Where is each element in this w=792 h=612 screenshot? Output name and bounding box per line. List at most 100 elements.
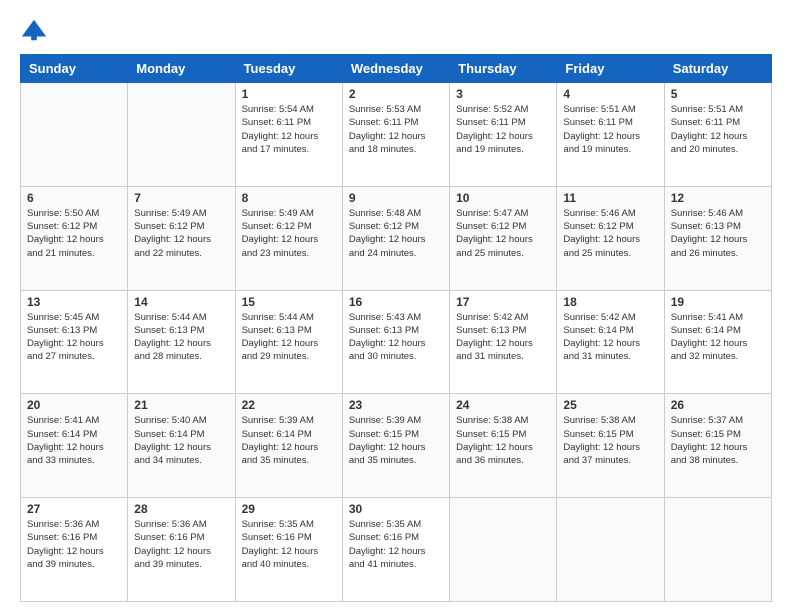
calendar-cell: 10 Sunrise: 5:47 AM Sunset: 6:12 PM Dayli… [450,186,557,290]
day-number: 27 [27,502,121,516]
calendar-cell: 12 Sunrise: 5:46 AM Sunset: 6:13 PM Dayli… [664,186,771,290]
weekday-header: Wednesday [342,55,449,83]
day-info: Sunrise: 5:49 AM Sunset: 6:12 PM Dayligh… [242,207,336,260]
weekday-header: Thursday [450,55,557,83]
day-info: Sunrise: 5:42 AM Sunset: 6:14 PM Dayligh… [563,311,657,364]
day-number: 28 [134,502,228,516]
calendar-cell: 27 Sunrise: 5:36 AM Sunset: 6:16 PM Dayli… [21,498,128,602]
calendar-cell [664,498,771,602]
day-info: Sunrise: 5:38 AM Sunset: 6:15 PM Dayligh… [456,414,550,467]
calendar-cell: 26 Sunrise: 5:37 AM Sunset: 6:15 PM Dayli… [664,394,771,498]
calendar-cell: 5 Sunrise: 5:51 AM Sunset: 6:11 PM Daylig… [664,83,771,187]
calendar-week-row: 6Sunrise: 5:50 AM Sunset: 6:12 PM Daylig… [21,186,772,290]
calendar-table: SundayMondayTuesdayWednesdayThursdayFrid… [20,54,772,602]
day-info: Sunrise: 5:45 AM Sunset: 6:13 PM Dayligh… [27,311,121,364]
calendar-week-row: 27 Sunrise: 5:36 AM Sunset: 6:16 PM Dayli… [21,498,772,602]
day-info: Sunrise: 5:47 AM Sunset: 6:12 PM Dayligh… [456,207,550,260]
day-number: 24 [456,398,550,412]
day-number: 9 [349,191,443,205]
day-number: 13 [27,295,121,309]
calendar-cell: 24 Sunrise: 5:38 AM Sunset: 6:15 PM Dayli… [450,394,557,498]
logo [20,16,52,44]
day-info: Sunrise: 5:44 AM Sunset: 6:13 PM Dayligh… [242,311,336,364]
day-number: 16 [349,295,443,309]
calendar-cell [21,83,128,187]
day-info: Sunrise: 5:51 AM Sunset: 6:11 PM Dayligh… [563,103,657,156]
header [20,16,772,44]
calendar-cell: 8 Sunrise: 5:49 AM Sunset: 6:12 PM Daylig… [235,186,342,290]
calendar-cell: 21 Sunrise: 5:40 AM Sunset: 6:14 PM Dayli… [128,394,235,498]
calendar-cell: 14 Sunrise: 5:44 AM Sunset: 6:13 PM Dayli… [128,290,235,394]
weekday-header: Sunday [21,55,128,83]
calendar-cell: 11Sunrise: 5:46 AM Sunset: 6:12 PM Dayli… [557,186,664,290]
day-number: 3 [456,87,550,101]
day-number: 10 [456,191,550,205]
calendar-cell: 2 Sunrise: 5:53 AM Sunset: 6:11 PM Daylig… [342,83,449,187]
day-number: 14 [134,295,228,309]
day-number: 26 [671,398,765,412]
day-number: 19 [671,295,765,309]
day-number: 1 [242,87,336,101]
day-number: 2 [349,87,443,101]
day-number: 25 [563,398,657,412]
day-number: 23 [349,398,443,412]
day-info: Sunrise: 5:35 AM Sunset: 6:16 PM Dayligh… [242,518,336,571]
day-number: 5 [671,87,765,101]
calendar-week-row: 1Sunrise: 5:54 AM Sunset: 6:11 PM Daylig… [21,83,772,187]
day-info: Sunrise: 5:51 AM Sunset: 6:11 PM Dayligh… [671,103,765,156]
calendar-cell: 29 Sunrise: 5:35 AM Sunset: 6:16 PM Dayli… [235,498,342,602]
day-number: 12 [671,191,765,205]
day-info: Sunrise: 5:53 AM Sunset: 6:11 PM Dayligh… [349,103,443,156]
calendar-cell: 16 Sunrise: 5:43 AM Sunset: 6:13 PM Dayli… [342,290,449,394]
day-info: Sunrise: 5:42 AM Sunset: 6:13 PM Dayligh… [456,311,550,364]
calendar-cell: 1Sunrise: 5:54 AM Sunset: 6:11 PM Daylig… [235,83,342,187]
day-info: Sunrise: 5:46 AM Sunset: 6:12 PM Dayligh… [563,207,657,260]
day-number: 20 [27,398,121,412]
day-info: Sunrise: 5:39 AM Sunset: 6:15 PM Dayligh… [349,414,443,467]
calendar-week-row: 20 Sunrise: 5:41 AM Sunset: 6:14 PM Dayli… [21,394,772,498]
calendar-cell: 23 Sunrise: 5:39 AM Sunset: 6:15 PM Dayli… [342,394,449,498]
calendar-cell: 3 Sunrise: 5:52 AM Sunset: 6:11 PM Daylig… [450,83,557,187]
calendar-cell: 13 Sunrise: 5:45 AM Sunset: 6:13 PM Dayli… [21,290,128,394]
day-info: Sunrise: 5:35 AM Sunset: 6:16 PM Dayligh… [349,518,443,571]
calendar-cell: 30 Sunrise: 5:35 AM Sunset: 6:16 PM Dayli… [342,498,449,602]
day-number: 18 [563,295,657,309]
day-number: 30 [349,502,443,516]
calendar-cell: 6Sunrise: 5:50 AM Sunset: 6:12 PM Daylig… [21,186,128,290]
calendar-cell: 4Sunrise: 5:51 AM Sunset: 6:11 PM Daylig… [557,83,664,187]
logo-icon [20,16,48,44]
weekday-header: Friday [557,55,664,83]
day-info: Sunrise: 5:40 AM Sunset: 6:14 PM Dayligh… [134,414,228,467]
calendar-cell: 9Sunrise: 5:48 AM Sunset: 6:12 PM Daylig… [342,186,449,290]
weekday-header: Tuesday [235,55,342,83]
day-info: Sunrise: 5:41 AM Sunset: 6:14 PM Dayligh… [27,414,121,467]
day-info: Sunrise: 5:36 AM Sunset: 6:16 PM Dayligh… [134,518,228,571]
day-info: Sunrise: 5:46 AM Sunset: 6:13 PM Dayligh… [671,207,765,260]
day-number: 15 [242,295,336,309]
day-info: Sunrise: 5:43 AM Sunset: 6:13 PM Dayligh… [349,311,443,364]
day-info: Sunrise: 5:37 AM Sunset: 6:15 PM Dayligh… [671,414,765,467]
day-info: Sunrise: 5:38 AM Sunset: 6:15 PM Dayligh… [563,414,657,467]
calendar-cell: 25 Sunrise: 5:38 AM Sunset: 6:15 PM Dayli… [557,394,664,498]
day-number: 17 [456,295,550,309]
calendar-cell: 18 Sunrise: 5:42 AM Sunset: 6:14 PM Dayli… [557,290,664,394]
day-number: 6 [27,191,121,205]
calendar-cell: 7Sunrise: 5:49 AM Sunset: 6:12 PM Daylig… [128,186,235,290]
calendar-cell [557,498,664,602]
day-number: 29 [242,502,336,516]
weekday-header: Saturday [664,55,771,83]
day-number: 8 [242,191,336,205]
calendar-cell: 15 Sunrise: 5:44 AM Sunset: 6:13 PM Dayli… [235,290,342,394]
day-info: Sunrise: 5:44 AM Sunset: 6:13 PM Dayligh… [134,311,228,364]
day-number: 7 [134,191,228,205]
calendar-cell: 20 Sunrise: 5:41 AM Sunset: 6:14 PM Dayli… [21,394,128,498]
calendar-week-row: 13 Sunrise: 5:45 AM Sunset: 6:13 PM Dayli… [21,290,772,394]
day-info: Sunrise: 5:52 AM Sunset: 6:11 PM Dayligh… [456,103,550,156]
calendar-cell: 22 Sunrise: 5:39 AM Sunset: 6:14 PM Dayli… [235,394,342,498]
day-info: Sunrise: 5:36 AM Sunset: 6:16 PM Dayligh… [27,518,121,571]
day-info: Sunrise: 5:39 AM Sunset: 6:14 PM Dayligh… [242,414,336,467]
calendar-header-row: SundayMondayTuesdayWednesdayThursdayFrid… [21,55,772,83]
day-number: 21 [134,398,228,412]
calendar-cell [450,498,557,602]
day-number: 22 [242,398,336,412]
